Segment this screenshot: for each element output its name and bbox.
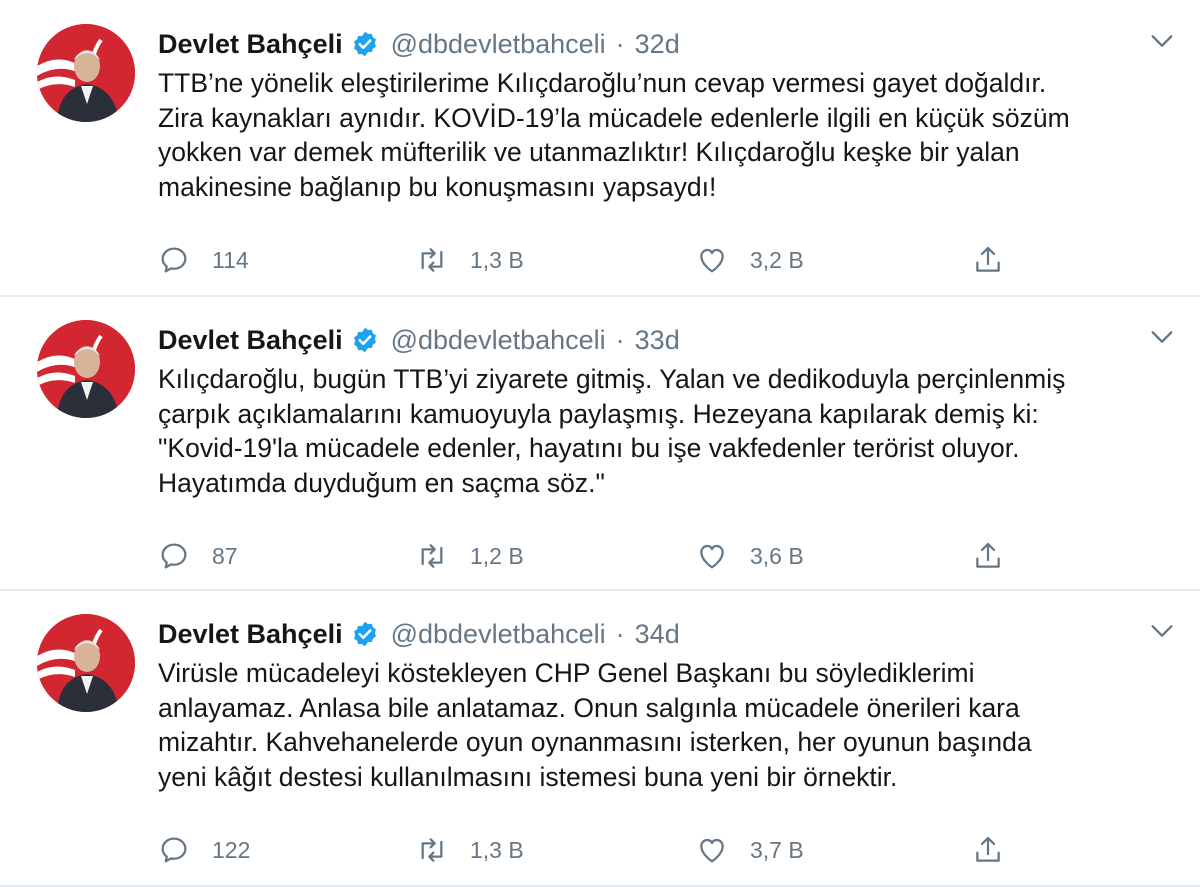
share-icon (976, 542, 1000, 568)
tweet[interactable]: Devlet Bahçeli @dbdevletbahceli · 34d Vi… (0, 590, 1200, 887)
like-button[interactable]: 3,6 B (696, 536, 804, 576)
author-handle[interactable]: @dbdevletbahceli (391, 325, 606, 356)
heart-icon (700, 838, 724, 863)
author-name[interactable]: Devlet Bahçeli (158, 325, 343, 356)
reply-icon (161, 247, 187, 273)
retweet-icon (421, 544, 443, 568)
avatar[interactable] (37, 24, 135, 122)
share-icon (976, 246, 1000, 272)
retweet-count: 1,3 B (470, 246, 524, 273)
like-count: 3,6 B (750, 542, 804, 569)
avatar[interactable] (37, 320, 135, 418)
avatar[interactable] (37, 614, 135, 712)
tweet-timestamp[interactable]: 33d (635, 325, 680, 356)
verified-badge-icon (353, 31, 376, 57)
author-handle[interactable]: @dbdevletbahceli (391, 619, 606, 650)
retweet-button[interactable]: 1,3 B (416, 830, 524, 870)
tweet[interactable]: Devlet Bahçeli @dbdevletbahceli · 33d Kı… (0, 296, 1200, 590)
tweet-timestamp[interactable]: 32d (635, 29, 680, 60)
reply-button[interactable]: 87 (158, 536, 238, 576)
share-icon (976, 836, 1000, 862)
separator-dot: · (615, 324, 625, 355)
heart-icon (700, 248, 724, 273)
reply-icon (161, 543, 187, 569)
reply-icon (161, 837, 187, 863)
retweet-icon (421, 248, 443, 272)
tweet-header: Devlet Bahçeli @dbdevletbahceli · 34d (158, 612, 680, 656)
author-name[interactable]: Devlet Bahçeli (158, 29, 343, 60)
chevron-down-icon[interactable] (1148, 30, 1176, 52)
retweet-icon (421, 838, 443, 862)
tweet-feed: Devlet Bahçeli @dbdevletbahceli · 32d TT… (0, 0, 1200, 887)
verified-badge-icon (353, 621, 376, 647)
tweet-header: Devlet Bahçeli @dbdevletbahceli · 32d (158, 22, 680, 66)
tweet-text: TTB’ne yönelik eleştirilerime Kılıçdaroğ… (158, 68, 1070, 202)
heart-icon (700, 544, 724, 569)
tweet-actions: 87 1,2 B 3,6 B (158, 536, 1028, 576)
separator-dot: · (615, 618, 625, 649)
reply-count: 87 (212, 542, 238, 569)
separator-dot: · (615, 28, 625, 59)
tweet-actions: 122 1,3 B 3,7 B (158, 830, 1028, 870)
tweet[interactable]: Devlet Bahçeli @dbdevletbahceli · 32d TT… (0, 0, 1200, 296)
like-count: 3,7 B (750, 836, 804, 863)
reply-button[interactable]: 114 (158, 240, 249, 280)
tweet-text: Kılıçdaroğlu, bugün TTB’yi ziyarete gitm… (158, 364, 1066, 498)
share-button[interactable] (972, 240, 1004, 280)
chevron-down-icon[interactable] (1148, 326, 1176, 348)
tweet-actions: 114 1,3 B 3,2 B (158, 240, 1028, 280)
chevron-down-icon[interactable] (1148, 620, 1176, 642)
tweet-header: Devlet Bahçeli @dbdevletbahceli · 33d (158, 318, 680, 362)
like-button[interactable]: 3,2 B (696, 240, 804, 280)
like-count: 3,2 B (750, 246, 804, 273)
retweet-button[interactable]: 1,2 B (416, 536, 524, 576)
tweet-timestamp[interactable]: 34d (635, 619, 680, 650)
reply-count: 114 (212, 246, 249, 273)
reply-button[interactable]: 122 (158, 830, 250, 870)
share-button[interactable] (972, 536, 1004, 576)
retweet-count: 1,2 B (470, 542, 524, 569)
tweet-text: Virüsle mücadeleyi köstekleyen CHP Genel… (158, 658, 1032, 792)
retweet-button[interactable]: 1,3 B (416, 240, 524, 280)
author-name[interactable]: Devlet Bahçeli (158, 619, 343, 650)
verified-badge-icon (353, 327, 376, 353)
retweet-count: 1,3 B (470, 836, 524, 863)
like-button[interactable]: 3,7 B (696, 830, 804, 870)
share-button[interactable] (972, 830, 1004, 870)
author-handle[interactable]: @dbdevletbahceli (391, 29, 606, 60)
reply-count: 122 (212, 836, 251, 863)
